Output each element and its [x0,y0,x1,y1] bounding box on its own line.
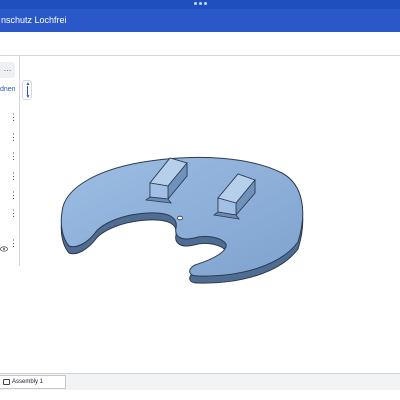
eye-icon[interactable] [0,239,8,257]
graphics-viewport[interactable] [33,58,400,373]
panel-collapse-handle[interactable]: ▲ ▼ [22,80,32,100]
part-model[interactable] [33,58,400,373]
status-bar [0,0,400,9]
document-title: nschutz Lochfrei [0,9,400,32]
bottom-tab-bar: Assembly 1 [0,373,400,390]
multitask-grabber-icon[interactable] [194,2,208,6]
row-menu-icon[interactable]: ⋮ [9,239,18,248]
panel-menu-button[interactable]: … [0,62,15,78]
home-indicator-area [0,390,400,400]
row-menu-icon[interactable]: ⋮ [9,133,18,142]
row-menu-icon[interactable]: ⋮ [9,209,18,218]
row-menu-icon[interactable]: ⋮ [9,152,18,161]
assembly-icon [3,379,10,385]
chevron-up-icon: ▲ [25,81,31,87]
row-menu-icon[interactable]: ⋮ [9,113,18,122]
tab-label: Assembly 1 [12,379,44,385]
tab-assembly-1[interactable]: Assembly 1 [0,375,66,389]
toolbar [0,32,400,56]
row-menu-icon[interactable]: ⋮ [9,191,18,200]
chevron-down-icon: ▼ [25,94,31,100]
row-menu-icon[interactable]: ⋮ [9,172,18,181]
feature-list-panel: … dnen ⋮ ⋮ ⋮ ⋮ ⋮ ⋮ ⋮ [0,56,20,266]
panel-link[interactable]: dnen [0,86,16,93]
